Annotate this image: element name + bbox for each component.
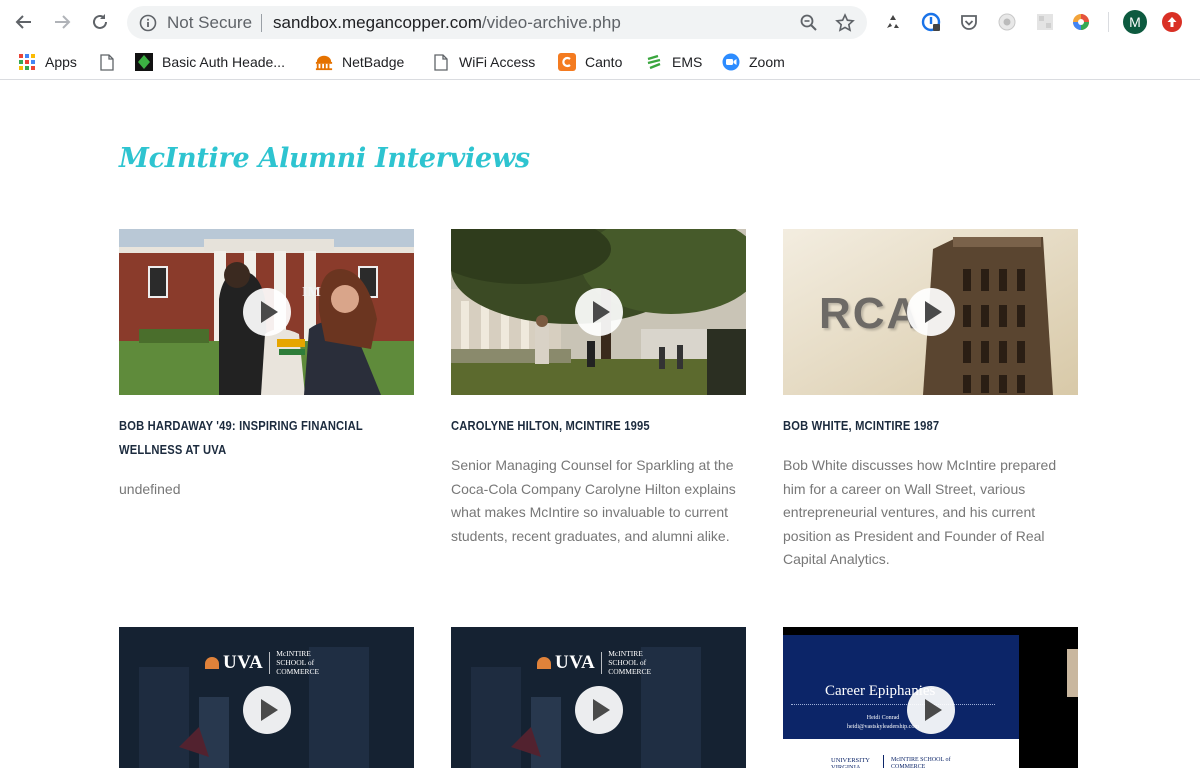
logo-divider <box>601 651 603 674</box>
zoom-icon <box>722 53 740 71</box>
video-description: Bob White discusses how McIntire prepare… <box>783 457 1057 567</box>
play-button-icon[interactable] <box>906 686 955 734</box>
canto-icon <box>558 53 576 71</box>
video-card: UVA McINTIRE SCHOOL of COMMERCE <box>451 627 747 768</box>
back-icon[interactable] <box>12 10 36 34</box>
camera-extension-icon[interactable] <box>996 11 1018 33</box>
school-logo-text: McINTIRE SCHOOL of COMMERCE <box>608 649 652 676</box>
page-icon <box>98 53 116 71</box>
reload-icon[interactable] <box>88 10 112 34</box>
school-logo-text: McINTIRE SCHOOL of COMMERCE <box>276 649 320 676</box>
address-bar[interactable]: Not Secure sandbox.megancopper.com/video… <box>127 6 867 39</box>
rotunda-logo-icon <box>537 656 551 669</box>
bookmark-label: Zoom <box>749 54 785 70</box>
rotunda-logo-icon <box>205 656 219 669</box>
update-arrow-icon[interactable] <box>1162 12 1182 32</box>
video-card: IM BOB HARDAWAY '49: INSPIRING FINANCIAL… <box>119 229 415 502</box>
bookmark-label: EMS <box>672 54 703 70</box>
play-button-icon[interactable] <box>906 288 955 336</box>
bookmark-wifi-access[interactable]: WiFi Access <box>432 50 535 74</box>
video-title[interactable]: BOB HARDAWAY '49: INSPIRING FINANCIAL WE… <box>119 414 411 462</box>
bookmark-label: Basic Auth Heade... <box>162 54 285 70</box>
page-content: McIntire Alumni Interviews IM BOB HARDAW… <box>0 81 1200 768</box>
security-label[interactable]: Not Secure <box>167 13 252 33</box>
video-card: UVA McINTIRE SCHOOL of COMMERCE <box>119 627 415 768</box>
forward-icon[interactable] <box>50 10 74 34</box>
video-card: RCA BOB WHITE, MCINTIRE 1987 Bob White d… <box>783 229 1079 572</box>
slide-university-text: UNIVERSITY VIRGINIA <box>831 757 870 768</box>
color-wheel-extension-icon[interactable] <box>1070 11 1092 33</box>
bookmark-ems[interactable]: EMS <box>645 50 702 74</box>
video-thumbnail[interactable]: Career Epiphanies Heidi Conrad heidi@vas… <box>783 627 1078 768</box>
green-diamond-icon <box>135 53 153 71</box>
info-icon[interactable] <box>139 14 157 37</box>
bookmark-apps[interactable]: Apps <box>18 50 77 74</box>
ems-icon <box>645 53 663 71</box>
bookmark-label: Canto <box>585 54 623 70</box>
video-thumbnail[interactable]: UVA McINTIRE SCHOOL of COMMERCE <box>119 627 414 768</box>
rotunda-icon <box>315 53 333 71</box>
bookmark-label: Apps <box>45 54 77 70</box>
uva-logo: UVA McINTIRE SCHOOL of COMMERCE <box>537 649 674 676</box>
video-title[interactable]: CAROLYNE HILTON, MCINTIRE 1995 <box>451 414 743 438</box>
video-description: undefined <box>119 481 181 497</box>
uva-logo-text: UVA <box>555 651 596 673</box>
address-divider <box>261 14 262 32</box>
page-icon <box>432 53 450 71</box>
play-button-icon[interactable] <box>242 288 291 336</box>
browser-toolbar: Not Secure sandbox.megancopper.com/video… <box>0 0 1200 44</box>
zoom-magnifier-icon[interactable] <box>799 13 819 38</box>
bookmark-canto[interactable]: Canto <box>558 50 622 74</box>
video-title[interactable]: BOB WHITE, MCINTIRE 1987 <box>783 414 1075 438</box>
video-description: Senior Managing Counsel for Sparkling at… <box>451 457 736 544</box>
uva-logo-text: UVA <box>223 651 264 673</box>
profile-avatar[interactable]: M <box>1123 10 1147 34</box>
url-text[interactable]: sandbox.megancopper.com/video-archive.ph… <box>273 13 621 33</box>
pocket-icon[interactable] <box>958 11 980 33</box>
video-thumbnail[interactable]: RCA <box>783 229 1078 395</box>
grid-extension-icon[interactable] <box>1034 11 1056 33</box>
url-host: sandbox.megancopper.com <box>273 13 482 32</box>
bookmark-untitled[interactable] <box>98 50 125 74</box>
bookmark-basic-auth[interactable]: Basic Auth Heade... <box>135 50 285 74</box>
play-button-icon[interactable] <box>574 288 623 336</box>
password-manager-icon[interactable] <box>920 11 942 33</box>
toolbar-divider <box>1108 12 1109 32</box>
presentation-slide: Career Epiphanies Heidi Conrad heidi@vas… <box>783 635 1019 768</box>
video-thumbnail[interactable] <box>451 229 746 395</box>
play-button-icon[interactable] <box>242 686 291 734</box>
uva-logo: UVA McINTIRE SCHOOL of COMMERCE <box>205 649 342 676</box>
bookmark-label: NetBadge <box>342 54 405 70</box>
page-title: McIntire Alumni Interviews <box>119 143 530 174</box>
bookmark-label: WiFi Access <box>459 54 536 70</box>
play-button-icon[interactable] <box>574 686 623 734</box>
slide-school-text: McINTIRE SCHOOL of COMMERCE <box>891 757 951 768</box>
thumb-sign-text: RCA <box>819 289 921 338</box>
bookmarks-bar: Apps Basic Auth Heade... NetBadge WiFi A… <box>0 44 1200 80</box>
logo-divider <box>269 651 271 674</box>
bookmark-star-icon[interactable] <box>835 13 855 38</box>
url-path: /video-archive.php <box>481 13 621 32</box>
video-side-panel <box>1067 649 1078 697</box>
video-thumbnail[interactable]: UVA McINTIRE SCHOOL of COMMERCE <box>451 627 746 768</box>
bookmark-zoom[interactable]: Zoom <box>722 50 785 74</box>
video-card: Career Epiphanies Heidi Conrad heidi@vas… <box>783 627 1079 768</box>
bookmark-netbadge[interactable]: NetBadge <box>315 50 404 74</box>
video-card: CAROLYNE HILTON, MCINTIRE 1995 Senior Ma… <box>451 229 747 548</box>
thumb-sign-text: IM <box>302 285 321 300</box>
recycle-extension-icon[interactable] <box>882 11 904 33</box>
slide-email: heidi@vastskyleadership.com <box>846 724 919 730</box>
video-thumbnail[interactable]: IM <box>119 229 414 395</box>
apps-grid-icon <box>18 53 36 71</box>
